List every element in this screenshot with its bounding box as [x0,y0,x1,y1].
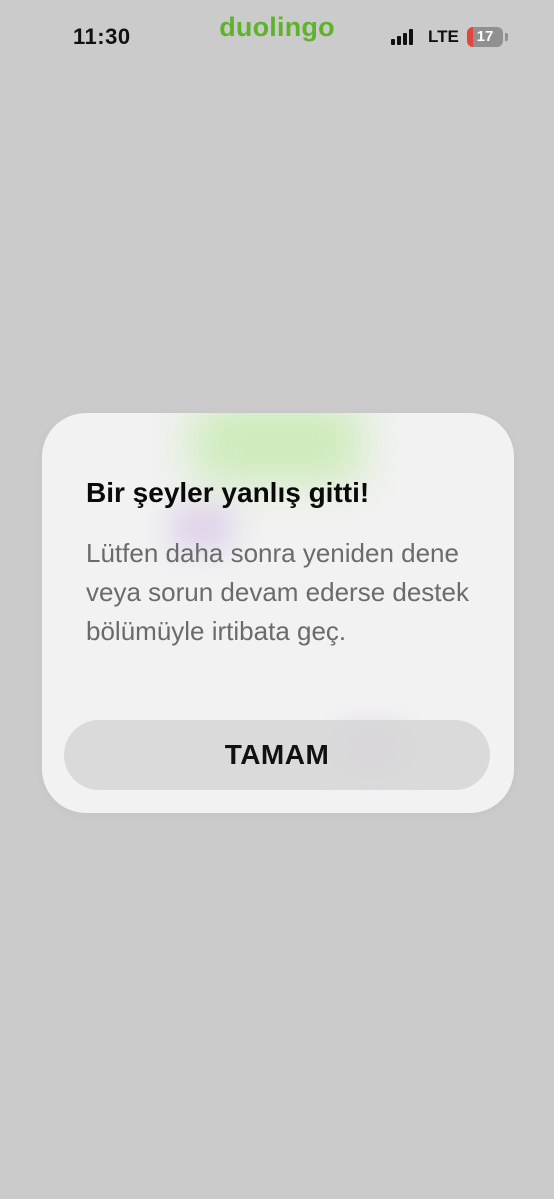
dialog-title: Bir şeyler yanlış gitti! [86,477,370,508]
battery-cap [505,33,508,41]
error-dialog: Bir şeyler yanlış gitti! Lütfen daha son… [42,413,514,813]
battery-icon: 17 [467,27,503,47]
ok-button[interactable]: TAMAM [64,720,490,790]
battery-percentage: 17 [476,28,494,45]
signal-bars-icon [391,29,417,45]
network-type: LTE [428,27,459,46]
dialog-background-glow [192,413,362,483]
status-bar: 11:30 duolingo LTE 17 [0,0,554,80]
dialog-message: Lütfen daha sonra yeniden dene veya soru… [86,538,469,646]
